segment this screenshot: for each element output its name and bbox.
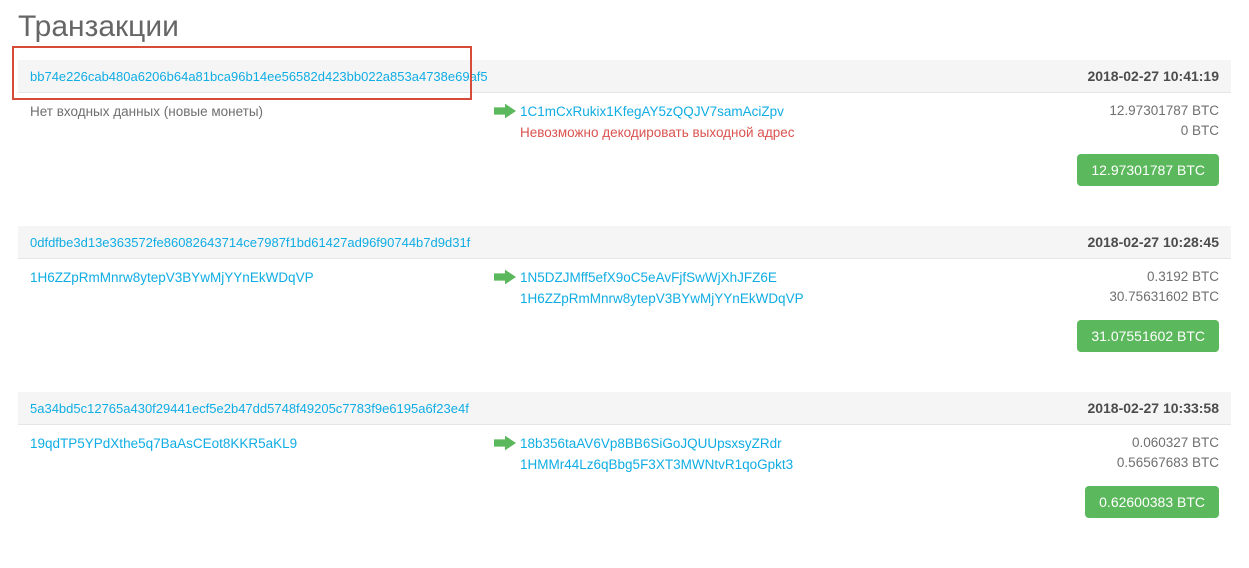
inputs-column: 1H6ZZpRmMnrw8ytepV3BYwMjYYnEkWDqVP [30, 267, 490, 288]
transaction-hash-link[interactable]: bb74e226cab480a6206b64a81bca96b14ee56582… [30, 69, 488, 84]
transaction-hash-link[interactable]: 5a34bd5c12765a430f29441ecf5e2b47dd5748f4… [30, 401, 469, 416]
input-address-link[interactable]: 1H6ZZpRmMnrw8ytepV3BYwMjYYnEkWDqVP [30, 270, 314, 285]
transaction-timestamp: 2018-02-27 10:28:45 [1067, 234, 1219, 250]
transaction-total-badge[interactable]: 0.62600383 BTC [1085, 486, 1219, 518]
transaction-block: 5a34bd5c12765a430f29441ecf5e2b47dd5748f4… [18, 392, 1231, 518]
transaction-timestamp: 2018-02-27 10:33:58 [1067, 400, 1219, 416]
output-amount: 0.3192 BTC [1039, 267, 1219, 287]
output-decode-error: Невозможно декодировать выходной адрес [520, 125, 794, 140]
arrow-right-icon [494, 435, 516, 454]
output-address-link[interactable]: 18b356taAV6Vp8BB6SiGoJQUUpsxsyZRdr [520, 436, 782, 451]
arrow-right-icon [494, 103, 516, 122]
transaction-total-badge[interactable]: 12.97301787 BTC [1077, 154, 1219, 186]
input-coinbase-text: Нет входных данных (новые монеты) [30, 104, 263, 119]
output-address-link[interactable]: 1HMMr44Lz6qBbg5F3XT3MWNtvR1qoGpkt3 [520, 457, 793, 472]
transaction-total-row: 12.97301787 BTC [18, 142, 1231, 186]
transaction-body: Нет входных данных (новые монеты) 1C1mCxR… [18, 93, 1231, 142]
output-address-link[interactable]: 1C1mCxRukix1KfegAY5zQQJV7samAciZpv [520, 104, 784, 119]
transaction-hash-link[interactable]: 0dfdfbe3d13e363572fe86082643714ce7987f1b… [30, 235, 470, 250]
outputs-column: 18b356taAV6Vp8BB6SiGoJQUUpsxsyZRdr 1HMMr4… [520, 433, 1219, 474]
transaction-header: bb74e226cab480a6206b64a81bca96b14ee56582… [18, 60, 1231, 93]
transaction-body: 19qdTP5YPdXthe5q7BaAsCEot8KKR5aKL9 18b356… [18, 425, 1231, 474]
transaction-header: 0dfdfbe3d13e363572fe86082643714ce7987f1b… [18, 226, 1231, 259]
transaction-timestamp: 2018-02-27 10:41:19 [1067, 68, 1219, 84]
outputs-column: 1N5DZJMff5efX9oC5eAvFjfSwWjXhJFZ6E 1H6ZZp… [520, 267, 1219, 308]
output-address-link[interactable]: 1H6ZZpRmMnrw8ytepV3BYwMjYYnEkWDqVP [520, 291, 804, 306]
output-address-link[interactable]: 1N5DZJMff5efX9oC5eAvFjfSwWjXhJFZ6E [520, 270, 777, 285]
output-amount: 0.060327 BTC [1039, 433, 1219, 453]
output-amount: 30.75631602 BTC [1039, 287, 1219, 307]
transaction-block: bb74e226cab480a6206b64a81bca96b14ee56582… [18, 60, 1231, 186]
transaction-total-badge[interactable]: 31.07551602 BTC [1077, 320, 1219, 352]
transaction-body: 1H6ZZpRmMnrw8ytepV3BYwMjYYnEkWDqVP1N5DZJ… [18, 259, 1231, 308]
page-title: Транзакции [18, 10, 1231, 44]
output-amount: 0.56567683 BTC [1039, 453, 1219, 473]
transaction-total-row: 31.07551602 BTC [18, 308, 1231, 352]
arrow-right-icon [494, 269, 516, 288]
output-amount: 12.97301787 BTC [1039, 101, 1219, 121]
output-amount: 0 BTC [1039, 121, 1219, 141]
input-address-link[interactable]: 19qdTP5YPdXthe5q7BaAsCEot8KKR5aKL9 [30, 436, 297, 451]
outputs-column: 1C1mCxRukix1KfegAY5zQQJV7samAciZpv Невозм… [520, 101, 1219, 142]
inputs-column: Нет входных данных (новые монеты) [30, 101, 490, 122]
transaction-total-row: 0.62600383 BTC [18, 474, 1231, 518]
transaction-header: 5a34bd5c12765a430f29441ecf5e2b47dd5748f4… [18, 392, 1231, 425]
inputs-column: 19qdTP5YPdXthe5q7BaAsCEot8KKR5aKL9 [30, 433, 490, 454]
transaction-block: 0dfdfbe3d13e363572fe86082643714ce7987f1b… [18, 226, 1231, 352]
